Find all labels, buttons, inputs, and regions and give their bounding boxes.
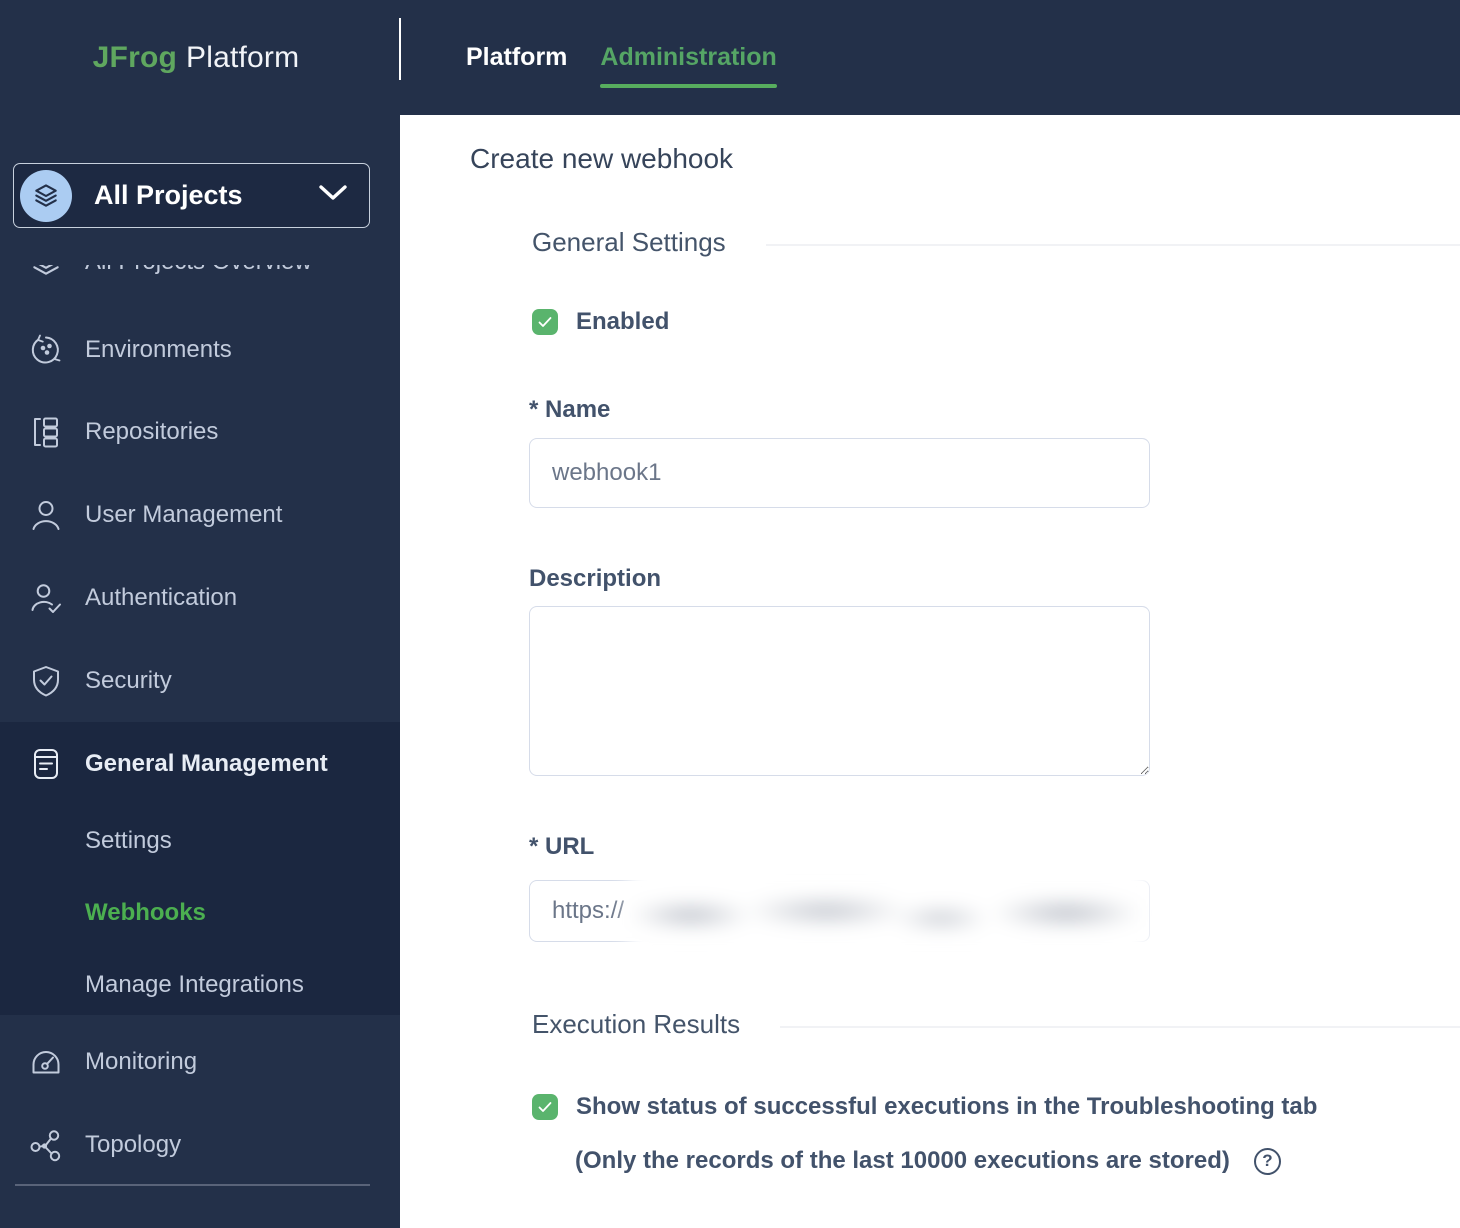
show-status-checkbox[interactable] bbox=[532, 1094, 558, 1120]
tab-administration-label: Administration bbox=[600, 43, 776, 72]
admin-sidebar: All Projects Overview All Projects bbox=[0, 115, 400, 1228]
sidebar-item-user-management[interactable]: User Management bbox=[0, 491, 400, 539]
question-circle-icon[interactable]: ? bbox=[1254, 1148, 1281, 1175]
header-tabs: Platform Administration bbox=[466, 0, 777, 115]
url-input[interactable] bbox=[529, 880, 1150, 942]
sidebar-subitem-settings[interactable]: Settings bbox=[0, 817, 400, 865]
show-status-checkbox-row: Show status of successful executions in … bbox=[532, 1093, 1317, 1121]
active-tab-underline bbox=[600, 84, 776, 88]
sidebar-item-label: Monitoring bbox=[85, 1048, 197, 1076]
main-content: Create new webhook General Settings Enab… bbox=[400, 115, 1460, 1228]
all-projects-icon bbox=[20, 170, 72, 222]
check-icon bbox=[536, 1098, 554, 1116]
enabled-checkbox[interactable] bbox=[532, 309, 558, 335]
execution-results-heading: Execution Results bbox=[532, 1009, 740, 1040]
sidebar-item-monitoring[interactable]: Monitoring bbox=[0, 1038, 400, 1086]
environments-cycle-icon bbox=[28, 332, 64, 368]
topology-nodes-icon bbox=[28, 1127, 64, 1163]
project-selector[interactable]: All Projects bbox=[13, 163, 370, 228]
user-icon bbox=[28, 497, 64, 533]
sidebar-subitem-label: Settings bbox=[85, 827, 172, 855]
sidebar-item-label: Security bbox=[85, 667, 172, 695]
sidebar-subitem-label-active: Webhooks bbox=[85, 899, 206, 927]
sidebar-divider bbox=[15, 1184, 370, 1186]
jfrog-logo[interactable]: JFrog Platform bbox=[0, 0, 392, 115]
tab-platform-label: Platform bbox=[466, 43, 567, 72]
sidebar-item-label: Authentication bbox=[85, 584, 237, 612]
shield-check-icon bbox=[28, 663, 64, 699]
sidebar-item-label: User Management bbox=[85, 501, 282, 529]
sidebar-item-general-management[interactable]: General Management bbox=[0, 740, 400, 788]
show-status-label: Show status of successful executions in … bbox=[576, 1093, 1317, 1121]
tab-administration[interactable]: Administration bbox=[600, 0, 776, 115]
sidebar-item-authentication[interactable]: Authentication bbox=[0, 574, 400, 622]
check-icon bbox=[536, 313, 554, 331]
show-status-note: (Only the records of the last 10000 exec… bbox=[575, 1147, 1230, 1175]
section-divider-line bbox=[766, 244, 1460, 246]
general-settings-heading: General Settings bbox=[532, 227, 726, 258]
show-status-note-row: (Only the records of the last 10000 exec… bbox=[575, 1147, 1281, 1175]
sidebar-item-label: General Management bbox=[85, 750, 328, 778]
sidebar-item-label: Repositories bbox=[85, 418, 218, 446]
tab-platform[interactable]: Platform bbox=[466, 0, 567, 115]
notebook-icon bbox=[28, 746, 64, 782]
description-textarea[interactable] bbox=[529, 606, 1150, 776]
sidebar-item-environments[interactable]: Environments bbox=[0, 326, 400, 374]
name-input[interactable] bbox=[529, 438, 1150, 508]
sidebar-item-label: Topology bbox=[85, 1131, 181, 1159]
page-title: Create new webhook bbox=[470, 143, 733, 175]
logo-platform-text: Platform bbox=[186, 41, 299, 75]
top-header: JFrog Platform Platform Administration bbox=[0, 0, 1460, 115]
gauge-icon bbox=[28, 1044, 64, 1080]
sidebar-item-security[interactable]: Security bbox=[0, 657, 400, 705]
logo-jfrog-text: JFrog bbox=[93, 41, 177, 75]
repositories-icon bbox=[28, 414, 64, 450]
sidebar-item-topology[interactable]: Topology bbox=[0, 1121, 400, 1169]
user-check-icon bbox=[28, 580, 64, 616]
name-field-label: * Name bbox=[529, 396, 610, 424]
sidebar-subitem-label: Manage Integrations bbox=[85, 971, 304, 999]
scroll-clip-overlay bbox=[0, 228, 400, 265]
description-field-label: Description bbox=[529, 565, 661, 593]
project-selector-label: All Projects bbox=[94, 180, 319, 211]
general-settings-section-header: General Settings bbox=[532, 227, 1460, 258]
chevron-down-icon bbox=[319, 185, 347, 206]
execution-results-section-header: Execution Results bbox=[532, 1009, 1460, 1040]
section-divider-line bbox=[780, 1026, 1460, 1028]
sidebar-subitem-manage-integrations[interactable]: Manage Integrations bbox=[0, 961, 400, 1009]
header-divider bbox=[399, 18, 401, 80]
url-field-label: * URL bbox=[529, 833, 594, 861]
sidebar-subitem-webhooks[interactable]: Webhooks bbox=[0, 889, 400, 937]
sidebar-item-label: Environments bbox=[85, 336, 232, 364]
question-glyph: ? bbox=[1262, 1151, 1272, 1171]
enabled-checkbox-row: Enabled bbox=[532, 308, 669, 336]
sidebar-item-repositories[interactable]: Repositories bbox=[0, 408, 400, 456]
enabled-label: Enabled bbox=[576, 308, 669, 336]
